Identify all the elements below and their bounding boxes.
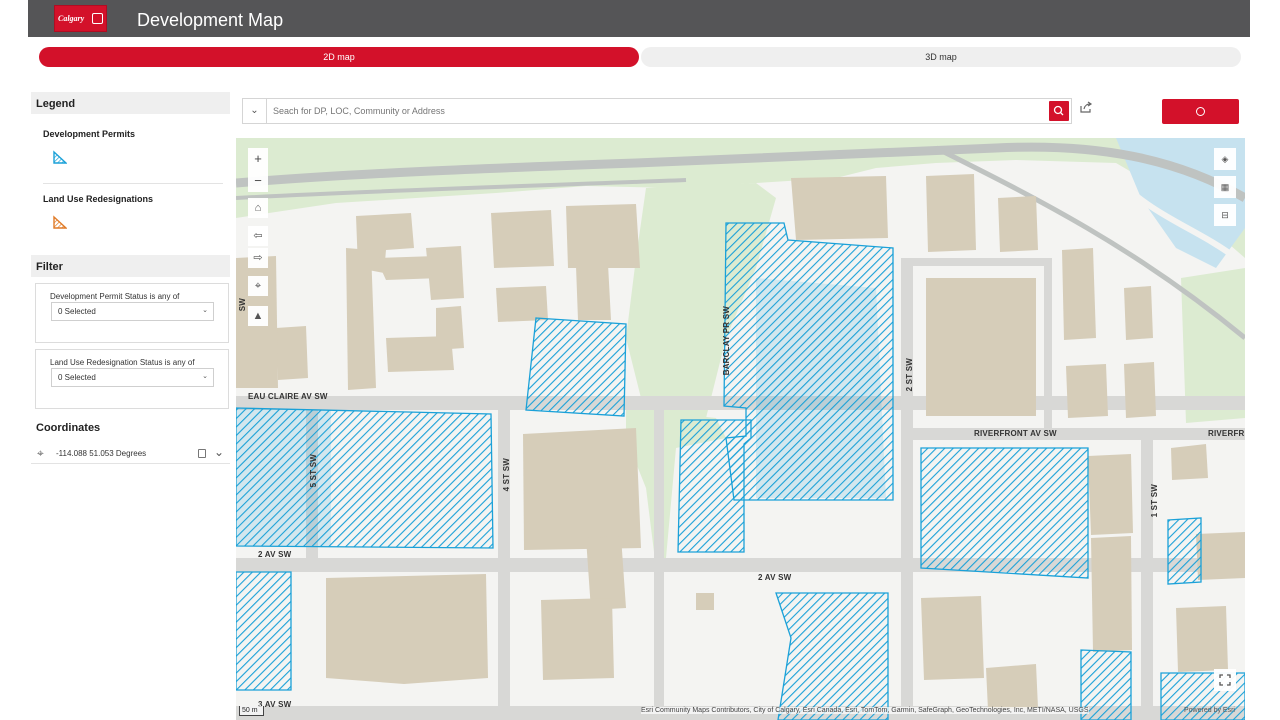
coordinates-heading: Coordinates <box>31 416 230 438</box>
home-icon: ⌂ <box>254 202 262 214</box>
copy-icon[interactable] <box>198 449 206 458</box>
tab-3d-map[interactable]: 3D map <box>641 47 1241 67</box>
zoom-in-button[interactable]: + <box>248 148 268 170</box>
legend-divider <box>43 183 223 184</box>
share-icon[interactable] <box>1079 100 1093 114</box>
search-icon <box>1053 105 1064 116</box>
basemap-button[interactable]: ▦ <box>1214 176 1236 198</box>
street-label-riverfront-right: RIVERFR <box>1208 429 1245 438</box>
legend-label-land-use-redesignations: Land Use Redesignations <box>43 194 154 204</box>
fullscreen-icon <box>1219 674 1231 686</box>
measure-icon: ⊟ <box>1221 210 1229 220</box>
info-button[interactable] <box>1162 99 1239 124</box>
grid-icon: ▦ <box>1220 182 1230 192</box>
street-label-left-edge: SW <box>238 298 247 312</box>
street-label-2-av-left: 2 AV SW <box>258 550 292 559</box>
back-button[interactable]: ⇦ <box>248 226 268 246</box>
layers-button[interactable]: ◈ <box>1214 148 1236 170</box>
lur-status-filter-label: Land Use Redesignation Status is any of <box>50 358 195 367</box>
chevron-down-icon[interactable]: ⌄ <box>214 445 224 459</box>
scale-bar: 50 m <box>239 706 264 716</box>
compass-button[interactable]: ▲ <box>248 306 268 326</box>
lur-status-select[interactable]: 0 Selected ⌄ <box>51 368 214 387</box>
powered-by-esri[interactable]: Powered by Esri <box>1184 707 1235 714</box>
forward-button[interactable]: ⇨ <box>248 248 268 268</box>
street-label-4-st: 4 ST SW <box>502 458 511 492</box>
measure-button[interactable]: ⊟ <box>1214 204 1236 226</box>
street-label-2-av-mid: 2 AV SW <box>758 573 792 582</box>
street-label-barclay: BARCLAY PR SW <box>722 306 731 376</box>
locate-button[interactable]: ⌖ <box>248 276 268 296</box>
search-input[interactable] <box>273 104 1033 118</box>
city-logo[interactable]: Calgary <box>54 5 107 32</box>
basemap <box>236 138 1245 720</box>
locate-icon: ⌖ <box>254 280 262 292</box>
coordinates-row: ⌖ -114.088 51.053 Degrees ⌄ <box>31 444 230 464</box>
arrow-left-icon: ⇦ <box>253 230 263 242</box>
chevron-down-icon: ⌄ <box>202 307 208 314</box>
app-title: Development Map <box>137 10 284 30</box>
search-bar: ⌄ <box>242 98 1072 124</box>
street-label-1-st: 1 ST SW <box>1150 484 1159 518</box>
right-gutter <box>1250 0 1280 720</box>
zoom-control: + − <box>248 148 268 192</box>
legend-heading[interactable]: Legend <box>31 92 230 114</box>
zoom-out-button[interactable]: − <box>248 170 268 192</box>
search-source-dropdown[interactable]: ⌄ <box>243 99 267 123</box>
street-label-2-st: 2 ST SW <box>905 358 914 392</box>
chevron-down-icon: ⌄ <box>202 373 208 380</box>
street-label-eau-claire: EAU CLAIRE AV SW <box>248 392 328 401</box>
left-gutter <box>0 0 28 720</box>
lur-status-select-value: 0 Selected <box>58 373 96 382</box>
tab-2d-map[interactable]: 2D map <box>39 47 639 67</box>
filter-heading[interactable]: Filter <box>31 255 230 277</box>
dp-status-filter-label: Development Permit Status is any of <box>50 292 180 301</box>
coordinates-value: -114.088 51.053 Degrees <box>56 449 147 458</box>
search-button[interactable] <box>1049 101 1069 121</box>
home-button[interactable]: ⌂ <box>248 198 268 218</box>
street-label-5-st: 5 ST SW <box>309 454 318 488</box>
layers-icon: ◈ <box>1221 154 1229 164</box>
dp-status-filter: Development Permit Status is any of 0 Se… <box>35 283 229 343</box>
legend-label-development-permits: Development Permits <box>43 129 136 139</box>
side-panel: Legend Development Permits Land Use Rede… <box>31 90 230 720</box>
fullscreen-button[interactable] <box>1214 669 1236 691</box>
lur-status-filter: Land Use Redesignation Status is any of … <box>35 349 229 409</box>
map-attribution: Esri Community Maps Contributors, City o… <box>641 707 1089 714</box>
compass-icon: ▲ <box>252 310 264 322</box>
dp-status-select-value: 0 Selected <box>58 307 96 316</box>
street-label-riverfront: RIVERFRONT AV SW <box>974 429 1057 438</box>
crest-icon <box>92 13 103 24</box>
lur-hatch-icon <box>53 215 67 229</box>
app-header: Calgary Development Map <box>28 0 1250 37</box>
map-mode-tabs: 2D map 3D map <box>38 47 1241 67</box>
dp-hatch-icon <box>53 150 67 164</box>
map-view[interactable]: + − ⌂ ⇦ ⇨ ⌖ ▲ ◈ ▦ ⊟ EAU CLAIRE AV SW BAR… <box>236 138 1245 720</box>
logo-text: Calgary <box>58 14 85 23</box>
dp-status-select[interactable]: 0 Selected ⌄ <box>51 302 214 321</box>
arrow-right-icon: ⇨ <box>253 252 263 264</box>
crosshair-icon[interactable]: ⌖ <box>37 446 44 461</box>
info-icon <box>1196 107 1205 116</box>
